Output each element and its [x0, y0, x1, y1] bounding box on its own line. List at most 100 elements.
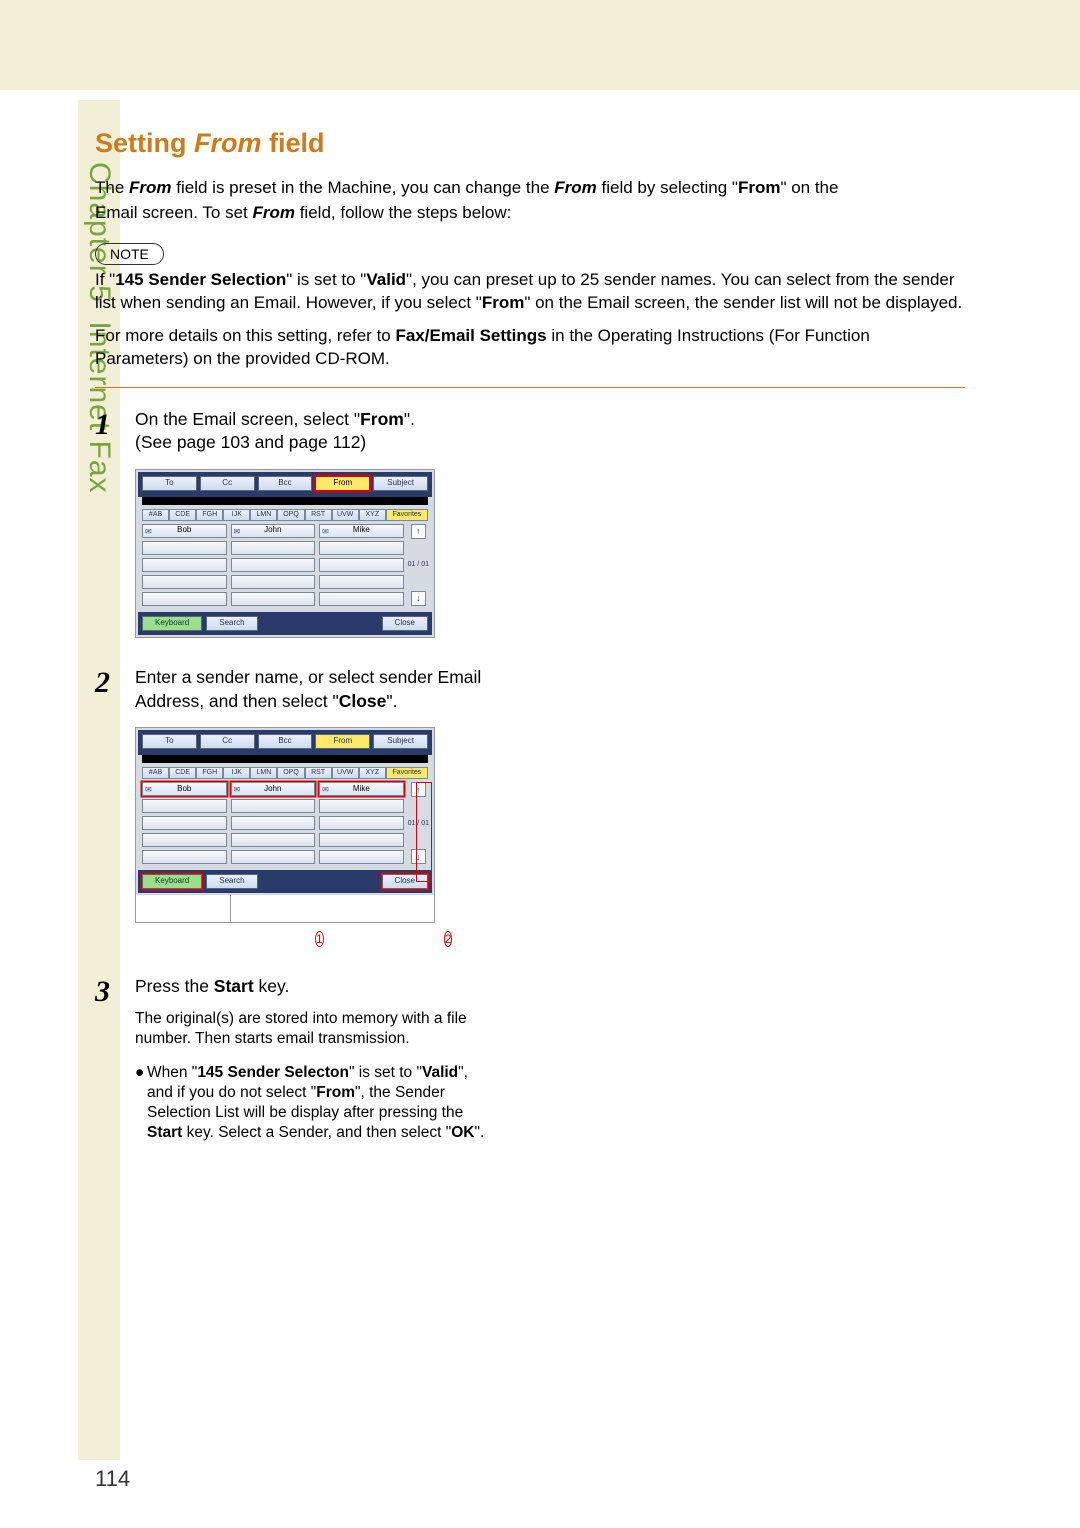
alpha-rst[interactable]: RST: [305, 509, 332, 521]
contact-mike[interactable]: ✉Mike: [319, 782, 404, 796]
keyboard-button[interactable]: Keyboard: [142, 616, 202, 631]
callout-2: 2: [444, 931, 453, 947]
contact-bob[interactable]: ✉Bob: [142, 782, 227, 796]
alpha-rst[interactable]: RST: [305, 767, 332, 779]
contact-empty[interactable]: [231, 833, 316, 847]
alpha-lmn[interactable]: LMN: [250, 767, 277, 779]
alpha-opq[interactable]: OPQ: [277, 767, 304, 779]
contact-empty[interactable]: [319, 558, 404, 572]
screenshot-2: To Cc Bcc From Subject #AB CDE FGH IJK L…: [135, 727, 435, 896]
contact-empty[interactable]: [319, 799, 404, 813]
scroll-up-icon[interactable]: ↑: [411, 524, 426, 539]
search-button[interactable]: Search: [206, 616, 257, 631]
alpha-fgh[interactable]: FGH: [196, 509, 223, 521]
scroll-down-icon[interactable]: ↓: [411, 591, 426, 606]
contact-empty[interactable]: [142, 592, 227, 606]
alpha-ab[interactable]: #AB: [142, 509, 169, 521]
alpha-xyz[interactable]: XYZ: [359, 767, 386, 779]
step-number: 2: [95, 666, 135, 947]
contact-empty[interactable]: [231, 592, 316, 606]
alpha-uvw[interactable]: UVW: [332, 767, 359, 779]
tab-from[interactable]: From: [315, 734, 370, 749]
note-text-1: If "145 Sender Selection" is set to "Val…: [95, 269, 965, 315]
mail-icon: ✉: [145, 785, 152, 796]
tab-from[interactable]: From: [315, 476, 370, 491]
contact-empty[interactable]: [319, 575, 404, 589]
alpha-cde[interactable]: CDE: [169, 509, 196, 521]
contact-john[interactable]: ✉John: [231, 524, 316, 538]
contact-empty[interactable]: [142, 799, 227, 813]
tab-cc[interactable]: Cc: [200, 734, 255, 749]
mail-icon: ✉: [234, 785, 241, 796]
tab-cc[interactable]: Cc: [200, 476, 255, 491]
keyboard-button[interactable]: Keyboard: [142, 874, 202, 889]
header-band: [0, 0, 1080, 90]
note-text-2: For more details on this setting, refer …: [95, 325, 965, 371]
step-number: 3: [95, 975, 135, 1143]
contact-empty[interactable]: [319, 833, 404, 847]
tab-subject[interactable]: Subject: [373, 476, 428, 491]
page-indicator: 01 / 01: [408, 820, 429, 827]
alpha-uvw[interactable]: UVW: [332, 509, 359, 521]
contact-empty[interactable]: [231, 541, 316, 555]
step-number: 1: [95, 408, 135, 638]
tab-bcc[interactable]: Bcc: [258, 734, 313, 749]
contact-empty[interactable]: [319, 816, 404, 830]
mail-icon: ✉: [322, 785, 329, 796]
step-body: Enter a sender name, or select sender Em…: [135, 666, 495, 947]
alpha-favorites[interactable]: Favorites: [386, 767, 428, 779]
mail-icon: ✉: [234, 527, 241, 538]
contact-john[interactable]: ✉John: [231, 782, 316, 796]
alpha-lmn[interactable]: LMN: [250, 509, 277, 521]
intro-text: The From field is preset in the Machine,…: [95, 177, 965, 225]
contact-empty[interactable]: [231, 575, 316, 589]
alpha-ab[interactable]: #AB: [142, 767, 169, 779]
contact-mike[interactable]: ✉Mike: [319, 524, 404, 538]
close-button[interactable]: Close: [382, 874, 428, 889]
bullet-icon: ●: [135, 1063, 147, 1144]
contact-empty[interactable]: [142, 575, 227, 589]
contact-bob[interactable]: ✉Bob: [142, 524, 227, 538]
scroll-down-icon[interactable]: ↓: [411, 849, 426, 864]
mail-icon: ✉: [145, 527, 152, 538]
step-body: On the Email screen, select "From". (See…: [135, 408, 495, 638]
callout-1: 1: [315, 931, 324, 947]
step-body: Press the Start key. The original(s) are…: [135, 975, 495, 1143]
page-indicator: 01 / 01: [408, 561, 429, 568]
contact-empty[interactable]: [142, 558, 227, 572]
scroll-up-icon[interactable]: ↑: [411, 782, 426, 797]
step-3-sub: The original(s) are stored into memory w…: [135, 1009, 495, 1049]
tab-bcc[interactable]: Bcc: [258, 476, 313, 491]
page-title: Setting From field: [95, 128, 965, 159]
page-number: 114: [95, 1466, 130, 1492]
step-1: 1 On the Email screen, select "From". (S…: [95, 408, 965, 638]
content-area: Setting From field The From field is pre…: [95, 128, 965, 1172]
close-button[interactable]: Close: [382, 616, 428, 631]
alpha-ijk[interactable]: IJK: [223, 767, 250, 779]
alpha-favorites[interactable]: Favorites: [386, 509, 428, 521]
alpha-xyz[interactable]: XYZ: [359, 509, 386, 521]
contact-empty[interactable]: [231, 850, 316, 864]
divider: [95, 387, 965, 388]
tab-to[interactable]: To: [142, 734, 197, 749]
contact-empty[interactable]: [142, 833, 227, 847]
note-block: NOTE If "145 Sender Selection" is set to…: [95, 243, 965, 371]
alpha-ijk[interactable]: IJK: [223, 509, 250, 521]
contact-empty[interactable]: [142, 816, 227, 830]
contact-empty[interactable]: [142, 541, 227, 555]
contact-empty[interactable]: [231, 799, 316, 813]
tab-subject[interactable]: Subject: [373, 734, 428, 749]
tab-to[interactable]: To: [142, 476, 197, 491]
alpha-opq[interactable]: OPQ: [277, 509, 304, 521]
contact-empty[interactable]: [319, 541, 404, 555]
search-button[interactable]: Search: [206, 874, 257, 889]
contact-empty[interactable]: [319, 850, 404, 864]
contact-empty[interactable]: [231, 558, 316, 572]
step-2: 2 Enter a sender name, or select sender …: [95, 666, 965, 947]
alpha-cde[interactable]: CDE: [169, 767, 196, 779]
alpha-fgh[interactable]: FGH: [196, 767, 223, 779]
contact-empty[interactable]: [142, 850, 227, 864]
contact-empty[interactable]: [231, 816, 316, 830]
contact-empty[interactable]: [319, 592, 404, 606]
step-3: 3 Press the Start key. The original(s) a…: [95, 975, 965, 1143]
